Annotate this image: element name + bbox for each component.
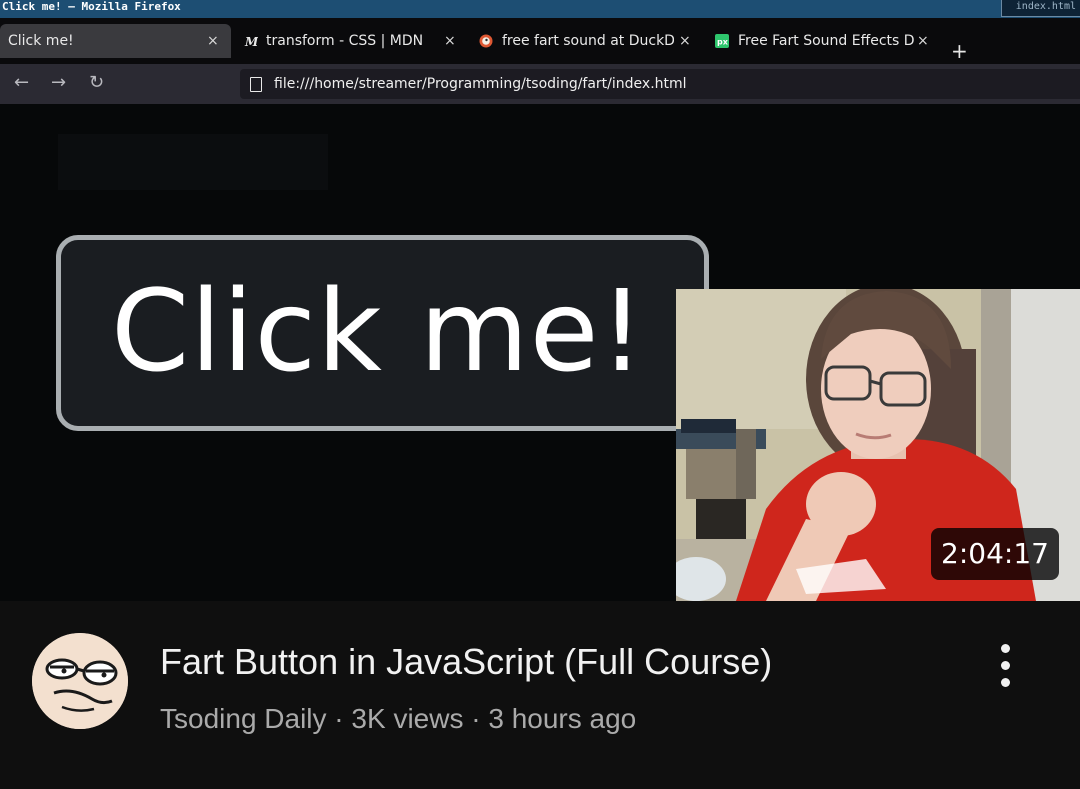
browser-tab-click-me[interactable]: Click me! ×: [0, 24, 231, 58]
file-icon: [250, 77, 262, 92]
browser-tab-pixabay[interactable]: px Free Fart Sound Effects D ×: [706, 24, 934, 58]
browser-tab-label: Free Fart Sound Effects D: [738, 33, 915, 49]
more-options-icon: [1001, 644, 1010, 653]
browser-tab-mdn[interactable]: M transform - CSS | MDN ×: [236, 24, 464, 58]
os-side-panel: index.html: [1001, 0, 1080, 17]
pixabay-icon: px: [715, 34, 729, 48]
meta-separator: ·: [463, 703, 489, 734]
video-metadata: Tsoding Daily · 3K views · 3 hours ago: [160, 698, 636, 740]
url-text: file:///home/streamer/Programming/tsodin…: [274, 76, 687, 92]
channel-name[interactable]: Tsoding Daily: [160, 703, 327, 734]
tsoding-face-icon: [32, 633, 128, 729]
video-title[interactable]: Fart Button in JavaScript (Full Course): [160, 637, 772, 687]
browser-tab-strip: Click me! × M transform - CSS | MDN × fr…: [0, 18, 1080, 64]
browser-tab-label: free fart sound at DuckD: [502, 33, 674, 49]
duration-badge: 2:04:17: [931, 528, 1059, 580]
back-arrow-icon[interactable]: ←: [14, 72, 29, 94]
faded-heading-block: [58, 134, 328, 190]
mdn-logo-icon: M: [244, 35, 258, 48]
browser-toolbar: ← → ↻ file:///home/streamer/Programming/…: [0, 64, 1080, 104]
more-options-icon: [1001, 678, 1010, 687]
reload-icon[interactable]: ↻: [89, 72, 104, 94]
new-tab-button[interactable]: +: [951, 40, 968, 62]
video-thumbnail[interactable]: Click me! — Mozilla Firefox index.html C…: [0, 0, 1080, 601]
browser-tab-label: transform - CSS | MDN: [266, 33, 424, 49]
close-icon[interactable]: ×: [207, 24, 219, 58]
os-window-titlebar: Click me! — Mozilla Firefox index.html: [0, 0, 1080, 18]
close-icon[interactable]: ×: [679, 24, 691, 58]
more-options-icon: [1001, 661, 1010, 670]
url-bar[interactable]: file:///home/streamer/Programming/tsodin…: [240, 69, 1080, 99]
duckduckgo-icon: [479, 34, 493, 48]
svg-text:px: px: [717, 38, 729, 47]
click-me-button-label: Click me!: [111, 267, 646, 397]
click-me-button[interactable]: Click me!: [56, 235, 709, 431]
browser-tab-duckduckgo[interactable]: free fart sound at DuckD ×: [470, 24, 702, 58]
svg-text:M: M: [244, 35, 258, 48]
view-count: 3K views: [351, 703, 464, 734]
more-options-button[interactable]: [990, 640, 1022, 692]
channel-avatar[interactable]: [32, 633, 128, 729]
os-side-panel-text: index.html: [1015, 1, 1076, 12]
close-icon[interactable]: ×: [444, 24, 456, 58]
meta-separator: ·: [326, 703, 352, 734]
os-window-title: Click me! — Mozilla Firefox: [2, 0, 181, 13]
close-icon[interactable]: ×: [917, 24, 929, 58]
upload-age: 3 hours ago: [488, 703, 637, 734]
browser-tab-label: Click me!: [8, 33, 74, 49]
forward-arrow-icon[interactable]: →: [51, 72, 66, 94]
